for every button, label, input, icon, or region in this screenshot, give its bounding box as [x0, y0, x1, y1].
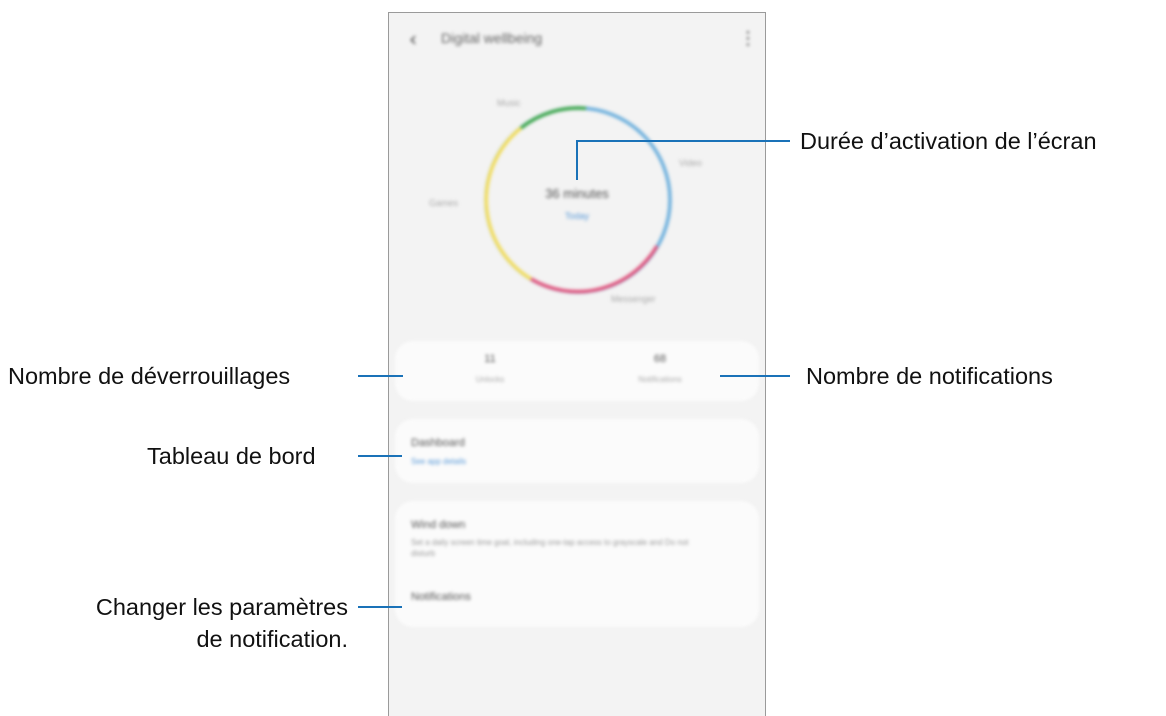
- notifications-label: Notifications: [638, 375, 682, 384]
- callout-change-notif-line2: de notification.: [196, 626, 348, 652]
- callout-line: [358, 455, 402, 457]
- notifications-count: 68: [653, 353, 667, 365]
- more-options-icon[interactable]: ⋮: [739, 29, 757, 49]
- callout-line: [720, 375, 790, 377]
- unlocks-stat[interactable]: 11 Unlocks: [415, 353, 565, 384]
- callout-line: [358, 375, 403, 377]
- category-label: Messenger: [611, 294, 656, 304]
- callout-line: [576, 140, 790, 142]
- ring-segment-pink: [530, 245, 659, 294]
- dashboard-link[interactable]: See app details: [411, 457, 466, 466]
- category-label: Video: [679, 158, 702, 168]
- screen-time-value: 36 minutes: [545, 186, 609, 201]
- app-title: Digital wellbeing: [441, 30, 543, 46]
- settings-card: Wind down Set a daily screen time goal, …: [395, 501, 759, 627]
- callout-screen-time: Durée d’activation de l’écran: [800, 128, 1097, 154]
- period-label: Today: [564, 211, 590, 221]
- callout-dashboard: Tableau de bord: [147, 443, 316, 469]
- back-arrow-icon[interactable]: ‹: [409, 29, 427, 49]
- usage-ring-area[interactable]: Music Video Games Messenger 36 minutes T…: [389, 73, 765, 333]
- wind-down-subtitle: Set a daily screen time goal, including …: [411, 538, 689, 558]
- top-app-bar: ‹ Digital wellbeing ⋮: [389, 13, 765, 69]
- callout-unlocks: Nombre de déverrouillages: [8, 363, 291, 389]
- notifications-setting[interactable]: Notifications: [411, 591, 471, 603]
- dashboard-card[interactable]: Dashboard See app details: [395, 419, 759, 483]
- callout-change-notif-line1: Changer les paramètres: [95, 594, 348, 620]
- unlocks-label: Unlocks: [475, 375, 505, 384]
- stats-card: 11 Unlocks 68 Notifications: [395, 341, 759, 401]
- category-label: Music: [497, 98, 521, 108]
- wind-down-title[interactable]: Wind down: [411, 519, 465, 531]
- callout-line: [576, 140, 578, 180]
- ring-segment-green: [519, 106, 587, 130]
- callout-notifications: Nombre de notifications: [806, 363, 1053, 389]
- phone-screen: ‹ Digital wellbeing ⋮ Music Video Games …: [388, 12, 766, 716]
- unlocks-count: 11: [484, 353, 496, 365]
- notifications-stat[interactable]: 68 Notifications: [585, 353, 735, 384]
- dashboard-title: Dashboard: [411, 437, 465, 449]
- ring-segment-yellow: [484, 126, 532, 281]
- callout-line: [358, 606, 402, 608]
